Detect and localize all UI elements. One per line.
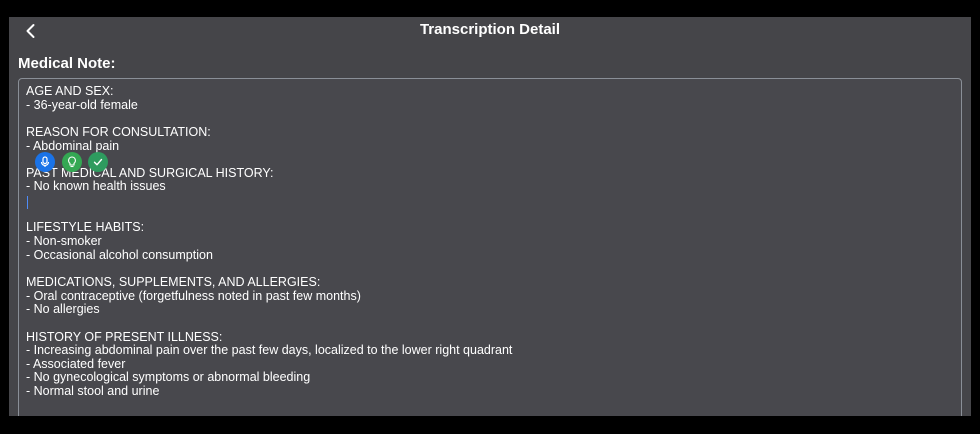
note-line: HISTORY OF PRESENT ILLNESS:	[26, 329, 223, 344]
medical-note-textarea[interactable]: AGE AND SEX: - 36-year-old female REASON F…	[18, 78, 962, 416]
note-line: - No known health issues	[26, 179, 166, 194]
microphone-icon	[40, 156, 50, 167]
note-blank-line	[26, 194, 512, 208]
medical-note-label: Medical Note:	[18, 55, 116, 72]
dictate-button[interactable]	[35, 152, 55, 172]
medical-note-text: AGE AND SEX: - 36-year-old female REASON F…	[26, 84, 513, 399]
note-line: - Occasional alcohol consumption	[26, 247, 213, 262]
note-line: - Increasing abdominal pain over the pas…	[26, 343, 513, 358]
lightbulb-icon	[68, 156, 76, 168]
checkmark-icon	[93, 158, 103, 166]
note-blank-line	[26, 262, 512, 276]
text-cursor	[27, 196, 28, 209]
suggestion-button[interactable]	[62, 152, 82, 172]
note-line: - No gynecological symptoms or abnormal …	[26, 370, 311, 385]
note-line: - 36-year-old female	[26, 97, 138, 112]
note-line: MEDICATIONS, SUPPLEMENTS, AND ALLERGIES:	[26, 274, 321, 289]
note-line: - Oral contraceptive (forgetfulness note…	[26, 288, 361, 303]
note-line: - Non-smoker	[26, 234, 102, 249]
confirm-button[interactable]	[88, 152, 108, 172]
note-line: AGE AND SEX:	[26, 84, 114, 98]
page-title: Transcription Detail	[419, 21, 561, 38]
app-header: Transcription Detail	[9, 17, 971, 45]
note-blank-line	[26, 112, 512, 126]
note-blank-line	[26, 317, 512, 331]
note-blank-line	[26, 208, 512, 222]
note-line: LIFESTYLE HABITS:	[26, 220, 145, 235]
note-line: - Normal stool and urine	[26, 384, 160, 399]
transcription-detail-window: Transcription Detail Medical Note: AGE A…	[9, 17, 971, 416]
note-line: - No allergies	[26, 302, 100, 317]
note-line: REASON FOR CONSULTATION:	[26, 124, 211, 139]
note-line: - Associated fever	[26, 356, 126, 371]
